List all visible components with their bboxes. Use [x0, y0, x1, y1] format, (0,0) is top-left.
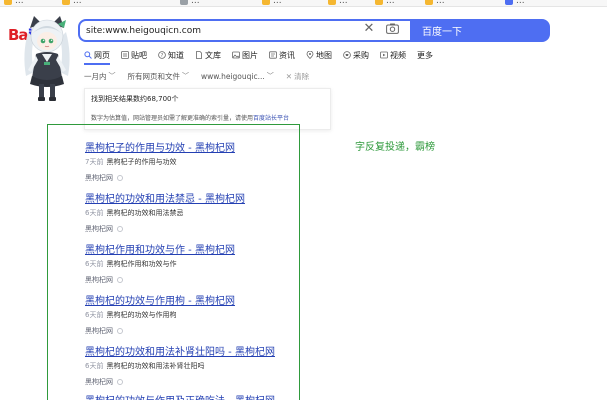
clear-filter-button[interactable]: ✕ 清除	[286, 71, 309, 82]
page-icon	[180, 0, 188, 5]
info-icon[interactable]	[117, 226, 123, 232]
result-snippet: 6天前 黑枸杞的功效与作用枸	[85, 311, 177, 319]
webmaster-platform-link[interactable]: 百度站长平台	[253, 115, 289, 122]
result-source: 黑枸杞网	[85, 224, 300, 234]
folder-icon	[328, 0, 336, 5]
result-item: 黑枸杞的功效和用法禁忌 - 黑枸杞网 6天前 黑枸杞的功效和用法禁忌 黑枸杞网	[85, 190, 300, 234]
camera-icon[interactable]	[386, 23, 399, 34]
result-count: 找到相关结果数约68,700个	[91, 95, 179, 103]
info-icon[interactable]	[117, 277, 123, 283]
info-icon[interactable]	[117, 379, 123, 385]
bookmark-item[interactable]: ...	[4, 0, 24, 6]
info-icon[interactable]	[117, 175, 123, 181]
video-icon	[380, 51, 388, 59]
result-title-link[interactable]: 黑枸杞的功效与作用枸 - 黑枸杞网	[85, 292, 300, 307]
chevron-down-icon: ﹀	[266, 72, 274, 80]
result-snippet: 6天前 黑枸杞作用和功效与作	[85, 260, 177, 268]
cart-icon	[343, 51, 351, 59]
close-icon[interactable]: ✕	[362, 21, 376, 37]
search-input[interactable]	[80, 25, 350, 36]
result-title-link[interactable]: 黑枸杞作用和功效与作 - 黑枸杞网	[85, 241, 300, 256]
result-item: 黑枸杞的功效和用法补肾壮阳吗 - 黑枸杞网 6天前 黑枸杞的功效和用法补肾壮阳吗 …	[85, 343, 300, 387]
folder-icon	[4, 0, 12, 5]
tieba-icon	[121, 51, 129, 59]
folder-icon	[62, 0, 70, 5]
filter-row: 一月内 ﹀ 所有网页和文件 ﹀ www.heigouqic... ﹀ ✕ 清除	[84, 69, 309, 83]
bookmark-item[interactable]: ...	[505, 0, 525, 6]
chevron-down-icon: ﹀	[108, 72, 116, 80]
search-bar: ✕ 百度一下	[78, 19, 550, 42]
active-tab-indicator	[84, 63, 110, 65]
bookmark-item[interactable]: ...	[375, 0, 395, 6]
folder-icon	[262, 0, 270, 5]
page-icon	[505, 0, 513, 5]
close-icon: ✕	[285, 71, 293, 81]
chevron-down-icon: ﹀	[182, 72, 189, 80]
tab-wenku[interactable]: 文库	[195, 48, 221, 62]
tab-map[interactable]: 地图	[306, 48, 332, 62]
folder-icon	[375, 0, 383, 5]
bookmarks-bar: ... ... ... ... ... ... ... ...	[0, 0, 607, 7]
map-icon	[306, 51, 314, 59]
bookmark-item[interactable]: ...	[328, 0, 348, 6]
filetype-filter[interactable]: 所有网页和文件 ﹀	[128, 71, 190, 82]
image-icon	[232, 51, 240, 59]
result-source: 黑枸杞网	[85, 173, 300, 183]
svg-text:?: ?	[161, 53, 164, 59]
result-title-link[interactable]: 黑枸杞的功效与作用及正确吃法 - 黑枸杞网	[85, 392, 300, 400]
tab-more[interactable]: 更多	[417, 48, 433, 62]
result-snippet: 7天前 黑枸杞子的作用与功效	[85, 158, 177, 166]
tab-tieba[interactable]: 贴吧	[121, 48, 147, 62]
bookmark-item[interactable]: ...	[62, 0, 82, 6]
result-item: 黑枸杞的功效与作用及正确吃法 - 黑枸杞网	[85, 392, 300, 400]
result-title-link[interactable]: 黑枸杞的功效和用法补肾壮阳吗 - 黑枸杞网	[85, 343, 300, 358]
site-filter[interactable]: www.heigouqic... ﹀	[201, 71, 274, 81]
tab-zhidao[interactable]: ? 知道	[158, 48, 184, 62]
result-item: 黑枸杞作用和功效与作 - 黑枸杞网 6天前 黑枸杞作用和功效与作 黑枸杞网	[85, 241, 300, 285]
search-icon	[84, 51, 92, 59]
document-icon	[196, 51, 202, 59]
search-box	[78, 19, 410, 42]
tab-purchase[interactable]: 采购	[343, 48, 369, 62]
annotation-text: 字反复投递，霸榜	[355, 142, 435, 153]
bookmark-item[interactable]: ...	[180, 0, 200, 6]
result-source: 黑枸杞网	[85, 377, 300, 387]
tab-web[interactable]: 网页	[84, 48, 110, 62]
result-title-link[interactable]: 黑枸杞子的作用与功效 - 黑枸杞网	[85, 139, 300, 154]
result-item: 黑枸杞的功效与作用枸 - 黑枸杞网 6天前 黑枸杞的功效与作用枸 黑枸杞网	[85, 292, 300, 336]
bookmark-item[interactable]: ...	[425, 0, 445, 6]
tab-news[interactable]: 资讯	[269, 48, 295, 62]
news-icon	[269, 51, 277, 59]
search-tabs: 网页 贴吧 ? 知道 文库 图片 资讯 地图 采购 视频 更多	[84, 48, 444, 62]
mascot-character-image	[24, 16, 70, 101]
time-filter[interactable]: 一月内 ﹀	[84, 71, 116, 82]
result-source: 黑枸杞网	[85, 275, 300, 285]
info-icon[interactable]	[117, 328, 123, 334]
result-snippet: 6天前 黑枸杞的功效和用法禁忌	[85, 209, 184, 217]
result-item: 黑枸杞子的作用与功效 - 黑枸杞网 7天前 黑枸杞子的作用与功效 黑枸杞网	[85, 139, 300, 183]
result-source: 黑枸杞网	[85, 326, 300, 336]
tab-video[interactable]: 视频	[380, 48, 406, 62]
question-icon: ?	[158, 51, 166, 59]
tab-images[interactable]: 图片	[232, 48, 258, 62]
folder-icon	[425, 0, 433, 5]
bookmark-item[interactable]: ...	[262, 0, 282, 6]
index-tip: 数字为估算值，网站管理员如需了解更准确的索引量，请使用百度站长平台	[91, 115, 290, 122]
result-title-link[interactable]: 黑枸杞的功效和用法禁忌 - 黑枸杞网	[85, 190, 300, 205]
result-snippet: 6天前 黑枸杞的功效和用法补肾壮阳吗	[85, 362, 205, 370]
search-button[interactable]: 百度一下	[410, 19, 550, 42]
